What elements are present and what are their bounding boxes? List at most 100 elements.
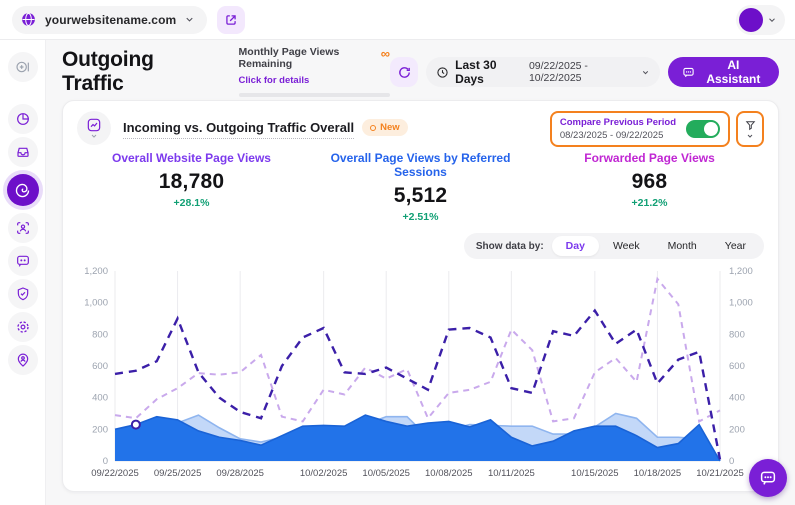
tab-month[interactable]: Month xyxy=(654,236,711,256)
sidebar-item-dashboard[interactable] xyxy=(8,104,38,134)
traffic-chart-container: 0 0 200 200 400 400 600 600 800 800 1,000 1,000 1,20… xyxy=(77,261,764,485)
external-link-icon xyxy=(224,13,238,27)
traffic-chart: 0 0 200 200 400 400 600 600 800 800 1,000 1,000 1,20… xyxy=(77,261,766,485)
settings-icon xyxy=(15,319,31,335)
stat-value: 18,780 xyxy=(77,170,306,194)
tab-week[interactable]: Week xyxy=(599,236,654,256)
refresh-icon xyxy=(397,65,412,80)
sidebar-item-inbox[interactable] xyxy=(8,137,38,167)
clock-icon xyxy=(436,66,449,79)
tab-year[interactable]: Year xyxy=(711,236,760,256)
sidebar-item-locations[interactable] xyxy=(8,345,38,375)
stat-label: Forwarded Page Views xyxy=(535,151,764,165)
chat-icon xyxy=(682,66,695,79)
chat-icon xyxy=(759,469,777,487)
ai-assistant-button[interactable]: AI Assistant xyxy=(668,57,779,87)
chevron-down-icon xyxy=(767,15,777,25)
card-title: Incoming vs. Outgoing Traffic Overall xyxy=(123,120,354,139)
new-badge: New xyxy=(362,119,408,136)
svg-text:600: 600 xyxy=(92,361,108,372)
svg-text:200: 200 xyxy=(729,424,745,435)
compare-previous-period-box: Compare Previous Period 08/23/2025 - 09/… xyxy=(550,111,730,147)
tab-day[interactable]: Day xyxy=(552,236,599,256)
stat-value: 5,512 xyxy=(306,184,535,208)
sidebar-item-audience[interactable] xyxy=(8,213,38,243)
chevron-down-icon xyxy=(90,132,98,140)
svg-text:800: 800 xyxy=(729,329,745,340)
svg-text:0: 0 xyxy=(729,456,734,467)
stat-label: Overall Page Views by Referred Sessions xyxy=(306,151,535,179)
app-window: yourwebsitename.com xyxy=(0,0,795,505)
content-area: Outgoing Traffic Monthly Page Views Rema… xyxy=(46,40,795,505)
svg-text:600: 600 xyxy=(729,361,745,372)
sidebar-item-outgoing-traffic[interactable] xyxy=(7,174,39,206)
website-selector[interactable]: yourwebsitename.com xyxy=(12,6,207,34)
infinity-icon: ∞ xyxy=(381,47,390,60)
svg-text:09/25/2025: 09/25/2025 xyxy=(154,468,202,479)
compare-toggle[interactable] xyxy=(686,120,720,138)
show-data-by-label: Show data by: xyxy=(468,241,552,252)
show-data-by-control: Show data by: Day Week Month Year xyxy=(464,233,764,259)
svg-text:200: 200 xyxy=(92,424,108,435)
new-badge-label: New xyxy=(380,122,400,133)
stat-delta: +2.51% xyxy=(306,211,535,223)
compare-dates: 08/23/2025 - 09/22/2025 xyxy=(560,130,676,141)
refresh-button[interactable] xyxy=(390,57,418,87)
sidebar-collapse-button[interactable] xyxy=(8,52,38,82)
quota-details-link[interactable]: Click for details xyxy=(239,75,310,86)
svg-text:1,200: 1,200 xyxy=(84,266,108,277)
stats-row: Overall Website Page Views 18,780 +28.1%… xyxy=(77,151,764,223)
svg-text:10/18/2025: 10/18/2025 xyxy=(634,468,682,479)
filter-icon xyxy=(744,119,757,132)
svg-text:10/02/2025: 10/02/2025 xyxy=(300,468,348,479)
sidebar xyxy=(0,40,46,505)
website-name: yourwebsitename.com xyxy=(45,13,176,27)
svg-text:09/28/2025: 09/28/2025 xyxy=(216,468,264,479)
chevron-down-icon xyxy=(641,68,650,77)
filter-button[interactable] xyxy=(736,111,764,147)
stat-referred-sessions: Overall Page Views by Referred Sessions … xyxy=(306,151,535,223)
svg-text:1,000: 1,000 xyxy=(729,298,753,309)
sidebar-item-messages[interactable] xyxy=(8,246,38,276)
svg-text:0: 0 xyxy=(103,456,108,467)
stat-overall-page-views: Overall Website Page Views 18,780 +28.1% xyxy=(77,151,306,223)
stat-delta: +21.2% xyxy=(535,197,764,209)
avatar xyxy=(739,8,763,32)
traffic-card: Incoming vs. Outgoing Traffic Overall Ne… xyxy=(62,100,779,492)
stat-label: Overall Website Page Views xyxy=(77,151,306,165)
quota-progress-bar xyxy=(239,93,391,97)
sidebar-item-security[interactable] xyxy=(8,279,38,309)
svg-text:400: 400 xyxy=(92,393,108,404)
globe-icon xyxy=(20,11,37,28)
date-range-selector[interactable]: Last 30 Days 09/22/2025 - 10/22/2025 xyxy=(426,57,660,87)
sidebar-collapse-icon xyxy=(15,59,31,75)
trend-chart-icon xyxy=(86,117,102,133)
svg-text:400: 400 xyxy=(729,393,745,404)
chat-icon xyxy=(15,253,31,269)
outgoing-traffic-icon xyxy=(14,182,31,199)
support-chat-button[interactable] xyxy=(749,459,787,497)
range-dates: 09/22/2025 - 10/22/2025 xyxy=(529,60,635,84)
topbar: yourwebsitename.com xyxy=(0,0,795,40)
svg-text:10/11/2025: 10/11/2025 xyxy=(488,468,535,479)
svg-text:10/05/2025: 10/05/2025 xyxy=(362,468,410,479)
range-label: Last 30 Days xyxy=(455,58,523,86)
stat-forwarded-page-views: Forwarded Page Views 968 +21.2% xyxy=(535,151,764,223)
badge-dot-icon xyxy=(370,125,376,131)
card-collapse-button[interactable] xyxy=(77,111,111,145)
page-header: Outgoing Traffic Monthly Page Views Rema… xyxy=(62,52,779,92)
open-website-button[interactable] xyxy=(217,6,245,34)
chevron-down-icon xyxy=(746,132,754,140)
compare-label: Compare Previous Period xyxy=(560,117,676,128)
stat-delta: +28.1% xyxy=(77,197,306,209)
user-menu[interactable] xyxy=(736,5,785,35)
svg-text:800: 800 xyxy=(92,329,108,340)
chevron-down-icon xyxy=(184,14,195,25)
svg-text:09/22/2025: 09/22/2025 xyxy=(91,468,139,479)
sidebar-item-settings[interactable] xyxy=(8,312,38,342)
page-title: Outgoing Traffic xyxy=(62,48,213,96)
svg-text:1,000: 1,000 xyxy=(84,298,108,309)
location-user-icon xyxy=(15,352,31,368)
shield-check-icon xyxy=(15,286,31,302)
quota-widget: Monthly Page Views Remaining ∞ Click for… xyxy=(239,47,391,97)
